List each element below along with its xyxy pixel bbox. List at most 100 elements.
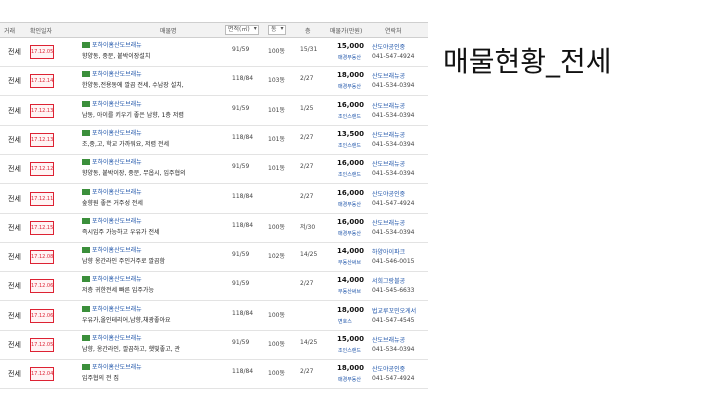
contact-link[interactable]: 산도브래뉴공 <box>372 130 405 139</box>
area-value: 91/59 <box>232 251 250 259</box>
area-value: 91/59 <box>232 46 250 53</box>
table-row[interactable]: 전세 17.12.13 포하이홈산도브래뉴 남동, 아이를 키우기 좋은 남향, 1층… <box>0 96 428 126</box>
listing-name-link[interactable]: 포하이홈산도브래뉴 <box>82 99 142 108</box>
floor-value: 2/27 <box>300 280 314 288</box>
agency-link[interactable]: 부동산써브 <box>338 259 361 266</box>
price-value: 16,000 <box>337 217 365 226</box>
area-value: 91/59 <box>232 280 250 288</box>
row-type: 전세 <box>8 311 21 320</box>
price-value: 15,000 <box>337 42 365 50</box>
table-row[interactable]: 전세 17.12.08 포하이홈산도브래뉴 남향 옹간라인 주인거주로 깔끔함 91/5… <box>0 242 428 273</box>
row-type: 전세 <box>8 282 21 291</box>
listing-name-link[interactable]: 포하이홈산도브래뉴 <box>82 274 142 283</box>
price-value: 15,000 <box>337 335 365 343</box>
listing-description: 향양동, 붙박이장, 중문, 무옵시, 입주협의 <box>82 170 186 178</box>
table-row[interactable]: 전세 17.12.05 포하이홈산도브래뉴 향양동, 중문, 붙박이장설치 91/59 1… <box>0 37 428 67</box>
listing-name-link[interactable]: 포하이홈산도브래뉴 <box>82 187 142 196</box>
contact-link[interactable]: 산도야공인중 <box>372 364 405 373</box>
row-type: 전세 <box>8 165 21 174</box>
contact-link[interactable]: 산도브래뉴공 <box>372 218 405 227</box>
header-date: 확인일자 <box>30 28 53 35</box>
building-value: 100동 <box>268 311 285 319</box>
agency-link[interactable]: 변호스 <box>338 318 352 325</box>
contact-link[interactable]: 서희그랑블공 <box>372 276 405 285</box>
agency-link[interactable]: 매경부동산 <box>338 376 361 383</box>
confirm-date-badge: 17.12.14 <box>30 74 54 89</box>
phone-number: 041-545-6633 <box>372 287 415 295</box>
table-row[interactable]: 전세 17.12.06 포하이홈산도브래뉴 저층 귀한전세 빠른 입주가능 91/59 2… <box>0 271 428 302</box>
phone-number: 041-534-0394 <box>372 140 415 148</box>
area-sort-select[interactable]: 면적(㎡) <box>225 25 259 35</box>
agency-link[interactable]: 조인스랜드 <box>338 113 361 120</box>
floor-value: 2/27 <box>300 192 314 200</box>
contact-link[interactable]: 산도브래뉴공 <box>372 335 405 344</box>
listing-description: 조,중,고, 학교 가까워요, 저렴 전세 <box>82 140 170 148</box>
table-row[interactable]: 전세 17.12.04 포하이홈산도브래뉴 입주협의 전 집 118/84 100동 2/2… <box>0 359 428 390</box>
listing-name-link[interactable]: 포하이홈산도브래뉴 <box>82 128 142 137</box>
floor-value: 14/25 <box>300 339 318 346</box>
listing-name-link[interactable]: 포하이홈산도브래뉴 <box>82 69 142 78</box>
table-row[interactable]: 전세 17.12.05 포하이홈산도브래뉴 남향, 옹간라인, 깔끔하고, 햇빛좋고,… <box>0 330 428 360</box>
row-type: 전세 <box>8 253 21 262</box>
table-row[interactable]: 전세 17.12.06 포하이홈산도브래뉴 우유가,올인테리어,남향,채광좋아요 118… <box>0 301 428 331</box>
building-value: 100동 <box>268 48 285 55</box>
building-sort-select[interactable]: 동 <box>268 25 286 35</box>
listing-description: 향양동, 중문, 붙박이장설치 <box>82 53 151 60</box>
floor-value: 15/31 <box>300 46 318 53</box>
price-value: 16,000 <box>337 188 365 197</box>
listing-name-link[interactable]: 포하이홈산도브래뉴 <box>82 362 142 371</box>
contact-link[interactable]: 산도브래뉴공 <box>372 159 405 168</box>
confirm-date-badge: 17.12.06 <box>30 308 54 323</box>
contact-link[interactable]: 하양아이파크 <box>372 247 405 256</box>
price-value: 18,000 <box>337 305 365 314</box>
phone-number: 041-547-4924 <box>372 199 415 207</box>
contact-link[interactable]: 산도브래뉴공 <box>372 71 405 80</box>
phone-number: 041-547-4924 <box>372 375 415 383</box>
listing-name-link[interactable]: 포하이홈산도브래뉴 <box>82 40 142 49</box>
table-row[interactable]: 전세 17.12.11 포하이홈산도브래뉴 숲향원 좋은 거주성 전세 118/84 2/… <box>0 184 428 214</box>
confirm-date-badge: 17.12.06 <box>30 279 54 294</box>
listing-description: 즉시입주 가능하고 우유가 전세 <box>82 228 160 236</box>
header-type: 거래 <box>4 28 16 35</box>
row-type: 전세 <box>8 223 21 232</box>
confirm-date-badge: 17.12.13 <box>30 103 54 118</box>
agency-link[interactable]: 매경부동산 <box>338 230 361 237</box>
confirm-date-badge: 17.12.13 <box>30 132 54 147</box>
row-type: 전세 <box>8 77 21 86</box>
listing-name-link[interactable]: 포하이홈산도브래뉴 <box>82 157 142 166</box>
header-price: 매물가(만원) <box>330 28 363 35</box>
contact-link[interactable]: 산도야공인중 <box>372 189 405 198</box>
listing-name-link[interactable]: 포하이홈산도브래뉴 <box>82 333 142 342</box>
agency-link[interactable]: 매경부동산 <box>338 201 361 208</box>
agency-link[interactable]: 부동산써브 <box>338 288 361 295</box>
contact-link[interactable]: 법교루꼬민오게서 <box>372 306 416 315</box>
building-value: 101동 <box>268 106 285 114</box>
phone-number: 041-534-0394 <box>372 170 415 178</box>
agency-link[interactable]: 조인스랜드 <box>338 347 361 354</box>
area-value: 118/84 <box>232 368 254 376</box>
listing-name-link[interactable]: 포하이홈산도브래뉴 <box>82 216 142 225</box>
area-value: 118/84 <box>232 75 254 83</box>
building-value: 101동 <box>268 165 285 173</box>
contact-link[interactable]: 산도야공인중 <box>372 42 405 51</box>
agency-link[interactable]: 조인스랜드 <box>338 142 361 149</box>
row-type: 전세 <box>8 370 21 379</box>
agency-link[interactable]: 매경부동산 <box>338 54 361 61</box>
confirm-date-badge: 17.12.15 <box>30 220 54 235</box>
table-row[interactable]: 전세 17.12.13 포하이홈산도브래뉴 조,중,고, 학교 가까워요, 저렴 전세… <box>0 125 428 155</box>
contact-link[interactable]: 산도브래뉴공 <box>372 101 405 110</box>
table-row[interactable]: 전세 17.12.15 포하이홈산도브래뉴 즉시입주 가능하고 우유가 전세 118/8… <box>0 213 428 243</box>
building-value: 101동 <box>268 135 285 143</box>
listing-name-link[interactable]: 포하이홈산도브래뉴 <box>82 304 142 313</box>
building-value: 103동 <box>268 77 285 85</box>
slide-title: 매물현황_전세 <box>443 45 612 78</box>
agency-link[interactable]: 매경부동산 <box>338 83 361 90</box>
listing-name-link[interactable]: 포하이홈산도브래뉴 <box>82 245 142 254</box>
table-row[interactable]: 전세 17.12.14 포하이홈산도브래뉴 한양동,전용동에 깔끔 전세, 수납장 설… <box>0 66 428 97</box>
floor-value: 2/27 <box>300 133 314 141</box>
listing-description: 남향 옹간라인 주인거주로 깔끔함 <box>82 258 166 266</box>
agency-link[interactable]: 조인스랜드 <box>338 171 361 178</box>
table-row[interactable]: 전세 17.12.12 포하이홈산도브래뉴 향양동, 붙박이장, 중문, 무옵시, 입… <box>0 154 428 185</box>
area-value: 91/59 <box>232 104 250 112</box>
area-value: 91/59 <box>232 339 250 346</box>
